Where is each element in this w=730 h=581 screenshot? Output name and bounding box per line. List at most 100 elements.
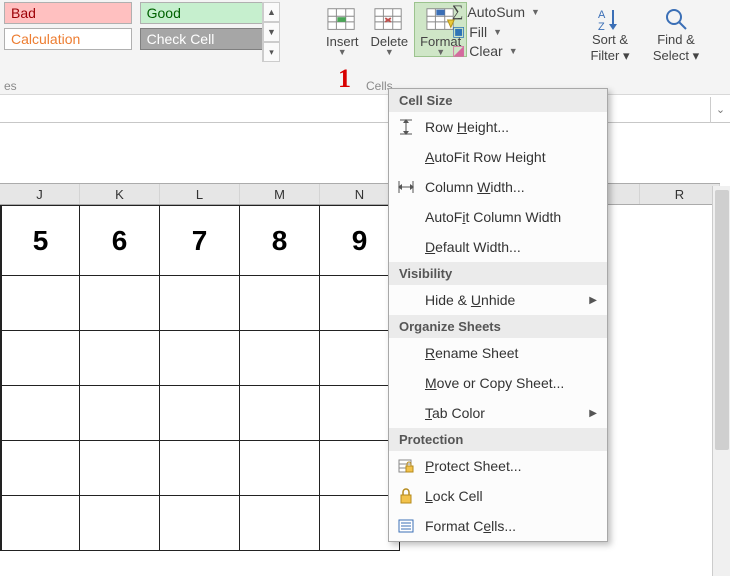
menu-label: AutoFit Column Width [425,209,597,225]
format-dropdown-menu: Cell Size Row Height... AutoFit Row Heig… [388,88,608,542]
sort-label2: Filter ▾ [590,48,629,64]
column-header[interactable]: M [240,184,320,204]
format-cells-dialog-icon [397,518,415,534]
dropdown-arrow-icon: ▼ [436,49,445,55]
fill-label: Fill [469,24,487,40]
dropdown-arrow-icon: ▼ [509,46,518,56]
menu-move-copy-sheet[interactable]: Move or Copy Sheet... [389,368,607,398]
column-header[interactable]: J [0,184,80,204]
cell[interactable] [0,331,80,386]
column-header[interactable]: K [80,184,160,204]
style-nav-down-icon[interactable]: ▼ [263,22,280,42]
cell[interactable] [240,496,320,551]
cell[interactable] [80,331,160,386]
cell[interactable] [80,496,160,551]
cell[interactable]: 7 [160,206,240,276]
menu-rename-sheet[interactable]: Rename Sheet [389,338,607,368]
table-row [0,441,400,496]
style-check-cell[interactable]: Check Cell [140,28,268,50]
menu-section-organize: Organize Sheets [389,315,607,338]
menu-autofit-row-height[interactable]: AutoFit Row Height [389,142,607,172]
menu-label: Default Width... [425,239,597,255]
dropdown-arrow-icon: ▼ [493,27,502,37]
cell[interactable] [0,386,80,441]
cell[interactable] [0,496,80,551]
vertical-scrollbar[interactable] [712,186,730,576]
sort-icon: A Z [597,6,623,32]
editing-group: ∑ AutoSum ▼ ▣ Fill ▼ ◪ Clear ▼ [450,2,580,60]
table-row: 56789 [0,206,400,276]
cells-group: Insert ▼ Delete ▼ [320,2,467,57]
cell[interactable] [0,276,80,331]
cell[interactable] [240,331,320,386]
menu-label: Hide & Unhide [425,292,579,308]
menu-lock-cell[interactable]: Lock Cell [389,481,607,511]
fill-icon: ▣ [452,23,465,40]
fill-button[interactable]: ▣ Fill ▼ [450,22,580,41]
sort-filter-button[interactable]: A Z Sort & Filter ▾ [580,4,640,66]
delete-cells-icon [374,6,404,34]
table-row [0,386,400,441]
scroll-thumb[interactable] [715,190,729,450]
cell[interactable]: 6 [80,206,160,276]
formula-bar[interactable]: ⌄ [0,97,730,123]
cell[interactable] [80,276,160,331]
svg-text:Z: Z [598,21,605,32]
cell-grid[interactable]: 56789 [0,205,400,551]
cell[interactable] [80,441,160,496]
style-bad[interactable]: Bad [4,2,132,24]
menu-label: Row Height... [425,119,597,135]
menu-row-height[interactable]: Row Height... [389,112,607,142]
find-label2: Select ▾ [653,48,699,64]
clear-button[interactable]: ◪ Clear ▼ [450,41,580,60]
cell[interactable] [80,386,160,441]
column-headers: JKLMNR [0,183,720,205]
worksheet-area: JKLMNR 56789 [0,123,730,581]
delete-cells-button[interactable]: Delete ▼ [365,2,415,57]
svg-text:A: A [598,9,606,21]
menu-label: Rename Sheet [425,345,597,361]
menu-label: Protect Sheet... [425,458,597,474]
find-select-button[interactable]: Find & Select ▾ [646,4,706,66]
cell[interactable] [160,441,240,496]
cell[interactable] [240,441,320,496]
cell[interactable] [0,441,80,496]
cell[interactable] [160,276,240,331]
cell[interactable] [160,496,240,551]
menu-default-width[interactable]: Default Width... [389,232,607,262]
cell[interactable]: 5 [0,206,80,276]
autosum-button[interactable]: ∑ AutoSum ▼ [450,2,580,22]
style-calculation[interactable]: Calculation [4,28,132,50]
dropdown-arrow-icon: ▾ [623,48,630,63]
cell[interactable] [160,386,240,441]
column-header[interactable]: L [160,184,240,204]
menu-hide-unhide[interactable]: Hide & Unhide ▶ [389,285,607,315]
cell[interactable] [240,386,320,441]
dropdown-arrow-icon: ▼ [531,7,540,17]
menu-label: Tab Color [425,405,579,421]
style-nav-up-icon[interactable]: ▲ [263,2,280,22]
cell[interactable] [240,276,320,331]
menu-format-cells-dialog[interactable]: Format Cells... [389,511,607,541]
cell[interactable]: 8 [240,206,320,276]
magnifier-icon [663,6,689,32]
row-height-icon [397,119,415,135]
ribbon: Bad Good Calculation Check Cell ▲ ▼ ▾ In… [0,0,730,95]
menu-column-width[interactable]: Column Width... [389,172,607,202]
style-nav-more-icon[interactable]: ▾ [263,42,280,62]
style-good[interactable]: Good [140,2,268,24]
formula-bar-expand-icon[interactable]: ⌄ [710,97,730,123]
menu-tab-color[interactable]: Tab Color ▶ [389,398,607,428]
sort-find-group: A Z Sort & Filter ▾ Find & Select ▾ [580,4,706,66]
menu-section-cell-size: Cell Size [389,89,607,112]
column-header[interactable]: R [640,184,720,204]
menu-autofit-column-width[interactable]: AutoFit Column Width [389,202,607,232]
annotation-callout-1: 1 [338,64,351,94]
menu-protect-sheet[interactable]: Protect Sheet... [389,451,607,481]
table-row [0,496,400,551]
insert-cells-button[interactable]: Insert ▼ [320,2,365,57]
sort-label1: Sort & [592,32,628,48]
table-row [0,276,400,331]
cell[interactable] [160,331,240,386]
dropdown-arrow-icon: ▼ [338,49,347,55]
